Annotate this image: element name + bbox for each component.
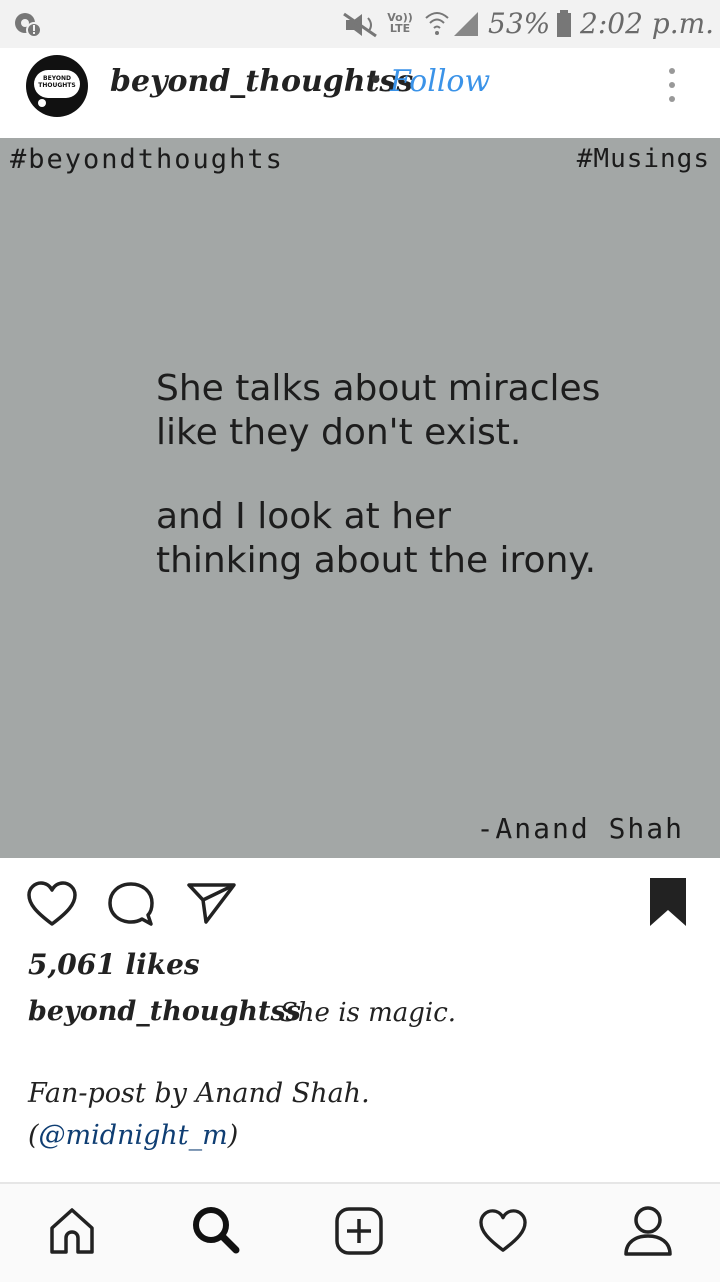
add-post-icon[interactable]: [334, 1206, 384, 1256]
wifi-icon: [425, 12, 449, 35]
separator-dot: •: [368, 66, 384, 96]
quote-line: thinking about the irony.: [156, 540, 597, 581]
bookmark-icon[interactable]: [648, 876, 688, 928]
battery-percent: 53%: [488, 7, 551, 40]
paren-close: ): [227, 1120, 239, 1151]
home-icon[interactable]: [48, 1206, 96, 1256]
avatar-text: BEYOND THOUGHTS: [38, 75, 76, 89]
share-icon[interactable]: [186, 880, 238, 926]
quote-line: like they don't exist.: [156, 412, 522, 453]
caption-text: She is magic.: [280, 998, 457, 1028]
activity-heart-icon[interactable]: [478, 1208, 528, 1254]
caption-username[interactable]: beyond_thoughtss: [28, 996, 301, 1027]
quote-line: She talks about miracles: [156, 368, 601, 409]
avatar-bubble: [38, 99, 46, 107]
likes-count[interactable]: 5,061 likes: [28, 948, 200, 981]
post-tag-right: #Musings: [576, 144, 710, 174]
caption-line: Fan-post by Anand Shah.: [28, 1078, 370, 1109]
caption-mention-line: (@midnight_m): [28, 1120, 238, 1151]
search-icon[interactable]: [190, 1204, 242, 1256]
quote-line: and I look at her: [156, 496, 451, 537]
mention-link[interactable]: @midnight_m: [39, 1120, 228, 1151]
paren-open: (: [28, 1120, 39, 1151]
profile-icon[interactable]: [622, 1204, 674, 1258]
signal-label: Vo)) LTE: [387, 11, 413, 35]
notification-icon: [15, 13, 42, 38]
heart-icon[interactable]: [26, 880, 78, 928]
post-tag-left: #beyondthoughts: [10, 144, 284, 175]
follow-button[interactable]: Follow: [390, 64, 490, 99]
signal-icon: [454, 12, 478, 36]
clock: 2:02 p.m.: [580, 7, 715, 40]
mute-icon: [343, 12, 377, 38]
comment-icon[interactable]: [106, 880, 156, 928]
avatar[interactable]: BEYOND THOUGHTS: [26, 55, 88, 117]
status-bar: Vo)) LTE 53% 2:02 p.m.: [0, 0, 720, 48]
more-options-icon[interactable]: [664, 68, 680, 104]
quote-author: -Anand Shah: [476, 812, 684, 845]
battery-icon: [557, 10, 571, 37]
